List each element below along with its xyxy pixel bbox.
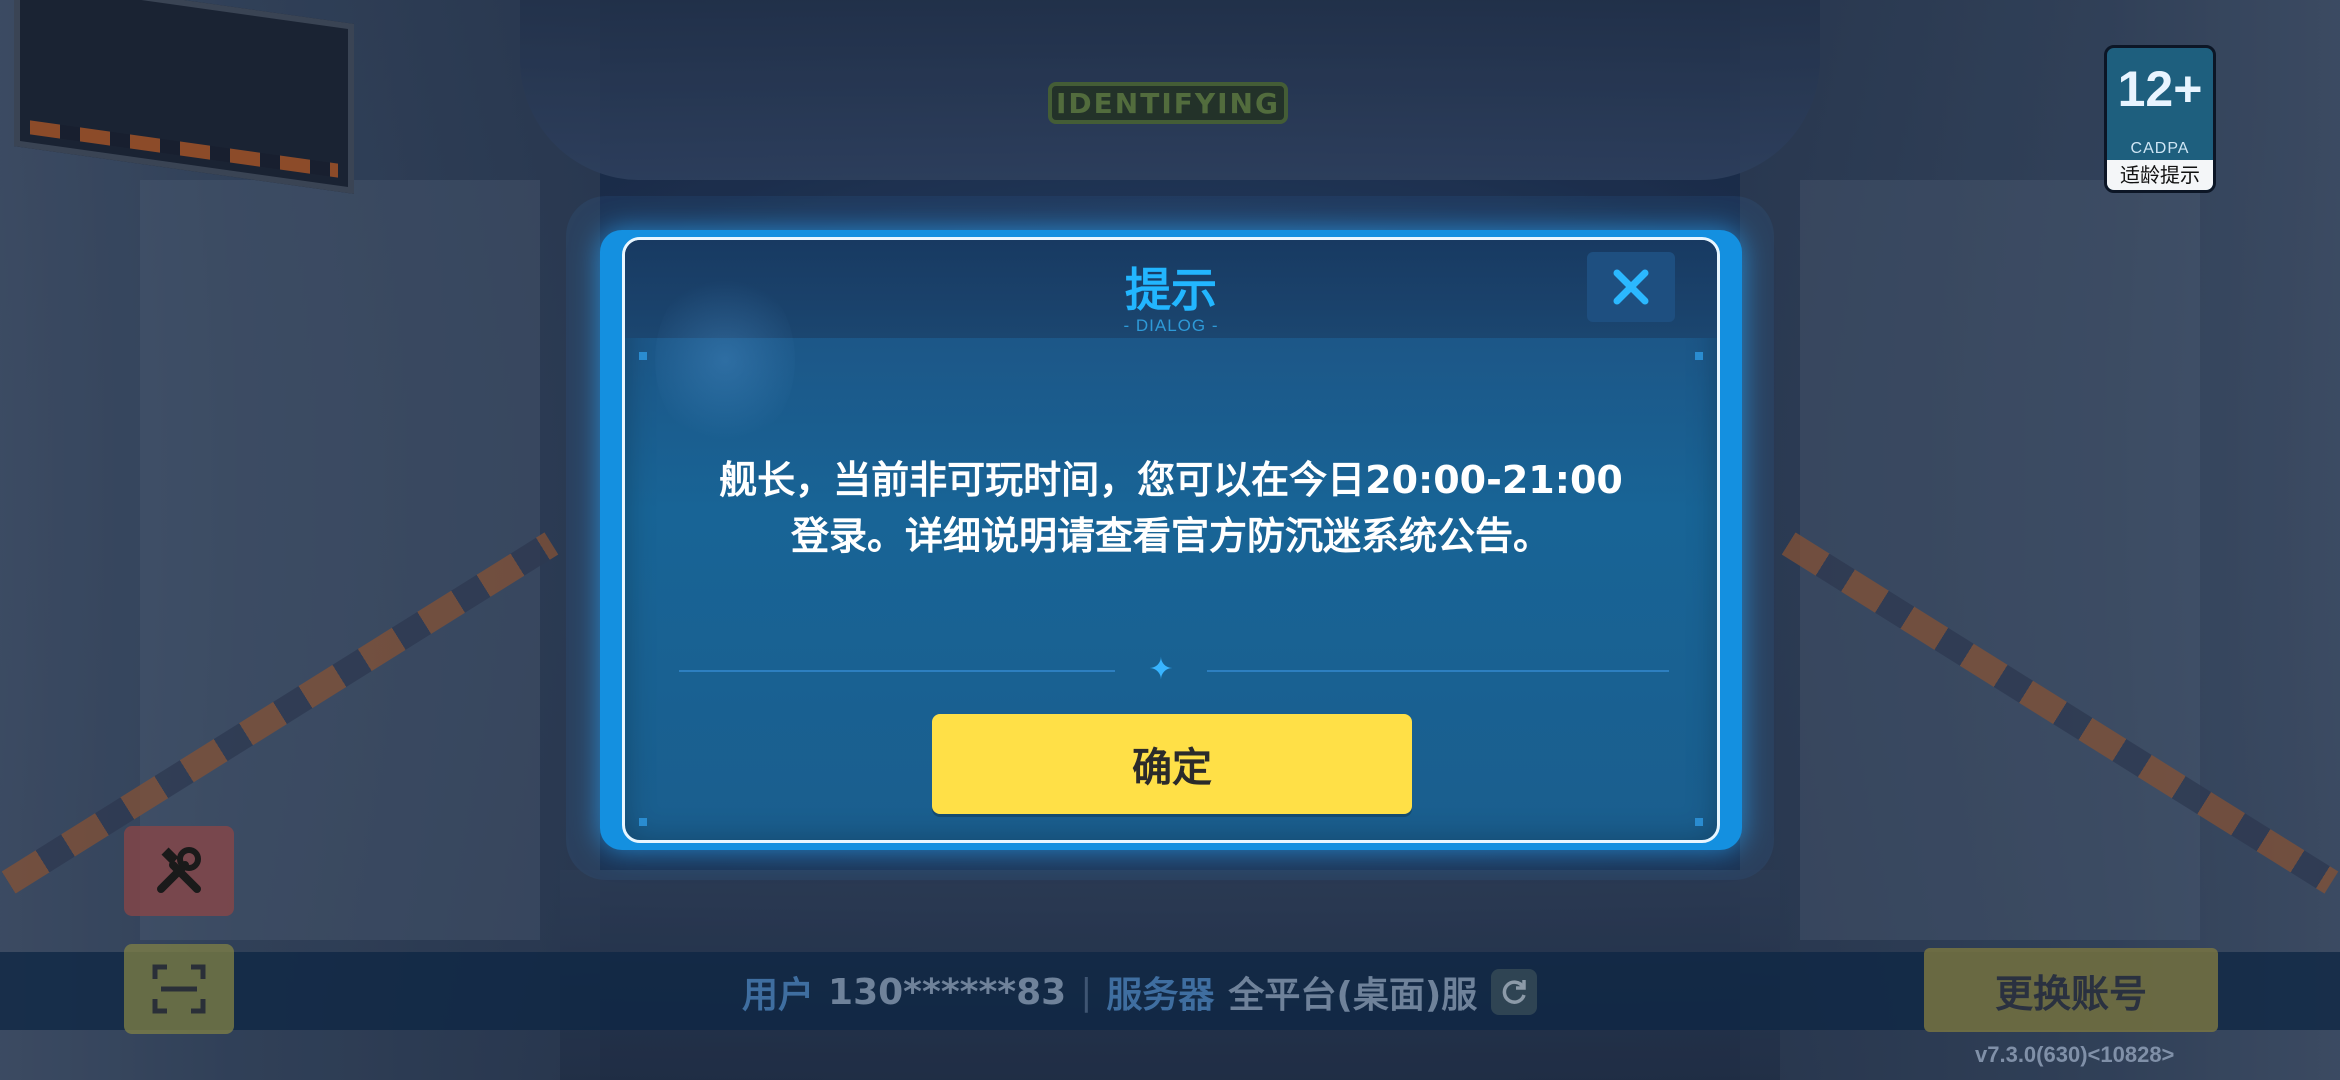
switch-account-button[interactable]: 更换账号 [1924,948,2218,1032]
corner-marker [639,818,647,826]
corner-marker [1695,818,1703,826]
sparkle-icon: ✦ [1148,652,1174,687]
corner-marker [639,352,647,360]
dialog-message-line2: 登录。详细说明请查看官方防沉迷系统公告。 [790,514,1551,558]
user-id: 130******83 [828,971,1067,1013]
scan-icon [152,964,206,1014]
divider-right [1207,670,1669,672]
dialog-title: 提示 [1125,263,1217,317]
confirm-button[interactable]: 确定 [932,714,1412,814]
info-separator: | [1080,971,1093,1013]
corner-marker [1695,352,1703,360]
notice-dialog: 提示 - DIALOG - 舰长，当前非可玩时间，您可以在今日20:00-21:… [622,237,1720,843]
dialog-message: 舰长，当前非可玩时间，您可以在今日20:00-21:00 登录。详细说明请查看官… [685,452,1657,564]
age-rating-label: 适龄提示 [2107,160,2213,190]
close-button[interactable] [1587,252,1675,322]
scan-button[interactable] [124,944,234,1034]
repair-tools-button[interactable] [124,826,234,916]
dialog-message-line1: 舰长，当前非可玩时间，您可以在今日20:00-21:00 [719,458,1623,502]
dialog-subtitle: - DIALOG - [1123,316,1219,335]
server-label: 服务器 [1106,975,1215,1016]
user-label: 用户 [742,975,815,1016]
server-name: 全平台(桌面)服 [1228,975,1478,1016]
close-icon [1613,269,1649,305]
version-text: v7.3.0(630)<10828> [1975,1042,2175,1067]
divider-left [679,670,1115,672]
age-rating-number: 12+ [2117,61,2203,117]
refresh-server-icon[interactable] [1491,969,1538,1015]
age-rating-badge[interactable]: 12+ CADPA 适龄提示 [2104,45,2216,193]
account-info: 用户 130******83 | 服务器 全平台(桌面)服 [742,962,1538,1022]
tools-icon [157,847,201,893]
age-rating-org: CADPA [2130,140,2190,157]
